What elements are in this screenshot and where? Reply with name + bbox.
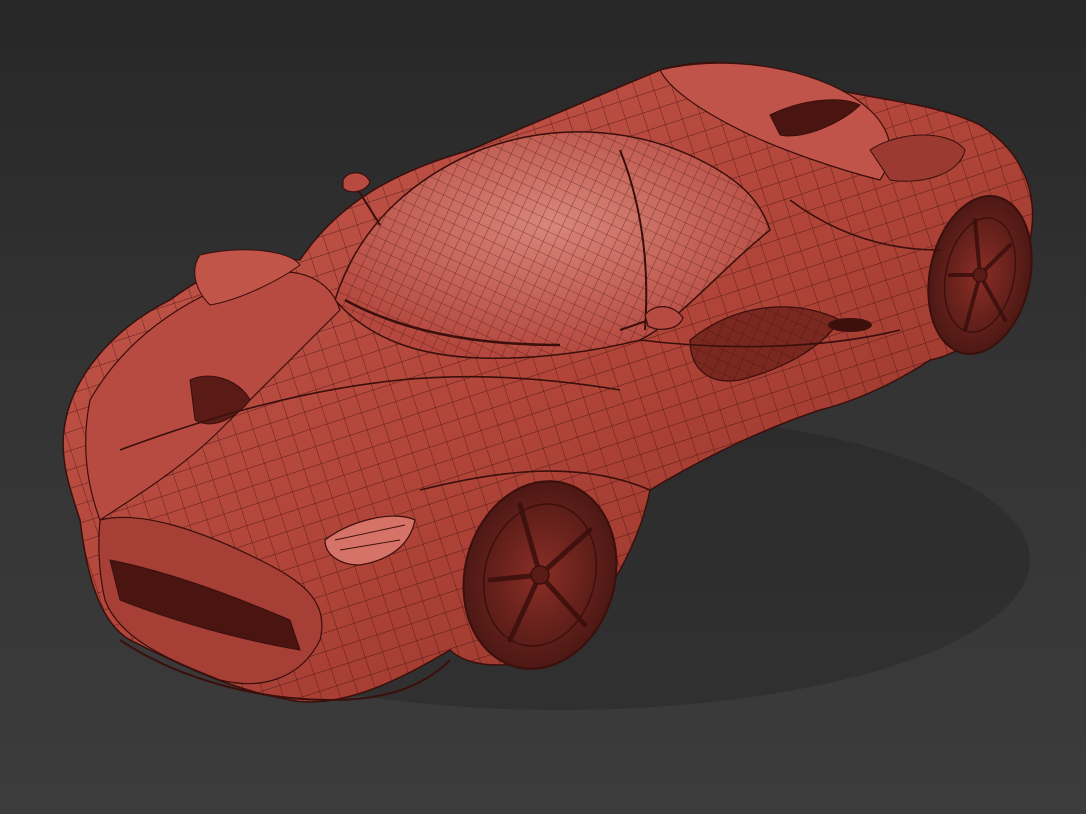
- 3d-viewport[interactable]: [0, 0, 1086, 814]
- car-model-render: [62, 61, 1034, 710]
